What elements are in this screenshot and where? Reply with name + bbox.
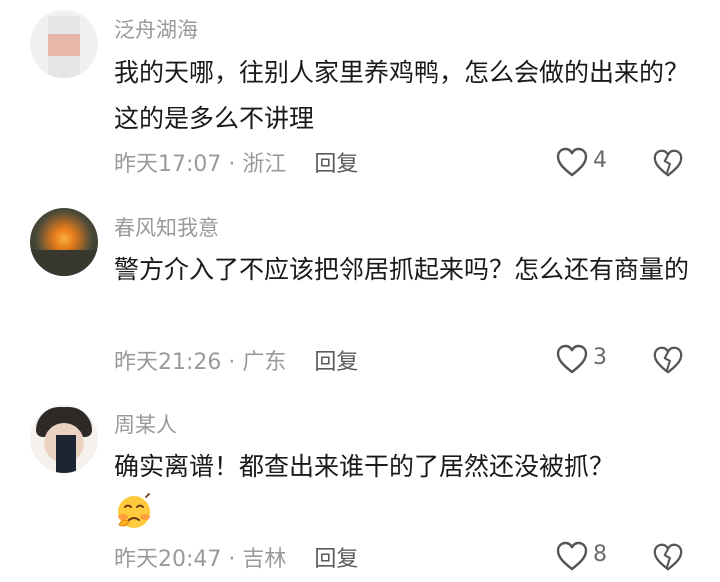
- comment-meta: 昨天20:47 · 吉林 回复: [114, 541, 358, 573]
- comment-location: 广东: [242, 350, 287, 375]
- comment-meta: 昨天17:07 · 浙江 回复: [114, 146, 358, 178]
- dislike-button[interactable]: [652, 541, 684, 573]
- heart-outline-icon: [556, 541, 588, 571]
- comment-username[interactable]: 周某人: [114, 409, 177, 439]
- worried-emoji: [118, 493, 150, 528]
- comment-text: 我的天哪，往别人家里养鸡鸭，怎么会做的出来的？这的是多么不讲理: [114, 58, 690, 133]
- avatar[interactable]: [30, 405, 98, 473]
- avatar[interactable]: [30, 208, 98, 276]
- comment-location: 吉林: [242, 547, 287, 572]
- avatar[interactable]: [30, 10, 98, 78]
- reply-button[interactable]: 回复: [314, 152, 358, 177]
- broken-heart-icon: [653, 543, 683, 571]
- reply-button[interactable]: 回复: [314, 547, 358, 572]
- comment-meta: 昨天21:26 · 广东 回复: [114, 344, 358, 376]
- comment-username[interactable]: 春风知我意: [114, 212, 219, 242]
- reply-button[interactable]: 回复: [314, 350, 358, 375]
- comment-text: 确实离谱！都查出来谁干的了居然还没被抓？: [114, 452, 615, 481]
- comment-text: 警方介入了不应该把邻居抓起来吗？怎么还有商量的: [114, 255, 690, 284]
- heart-outline-icon: [556, 147, 588, 177]
- like-count: 8: [593, 542, 607, 567]
- broken-heart-icon: [653, 149, 683, 177]
- comment-location: 浙江: [242, 152, 287, 177]
- comment-time: 昨天21:26: [114, 350, 222, 375]
- like-button[interactable]: 3: [555, 343, 625, 377]
- like-count: 4: [593, 148, 607, 173]
- comment-username[interactable]: 泛舟湖海: [114, 14, 198, 44]
- heart-outline-icon: [556, 344, 588, 374]
- meta-separator: ·: [221, 152, 243, 177]
- dislike-button[interactable]: [652, 147, 684, 179]
- like-count: 3: [593, 345, 607, 370]
- like-button[interactable]: 8: [555, 540, 625, 574]
- broken-heart-icon: [653, 346, 683, 374]
- comment-time: 昨天20:47: [114, 547, 222, 572]
- meta-separator: ·: [221, 350, 243, 375]
- dislike-button[interactable]: [652, 344, 684, 376]
- comment-time: 昨天17:07: [114, 152, 222, 177]
- like-button[interactable]: 4: [555, 146, 625, 180]
- meta-separator: ·: [221, 547, 243, 572]
